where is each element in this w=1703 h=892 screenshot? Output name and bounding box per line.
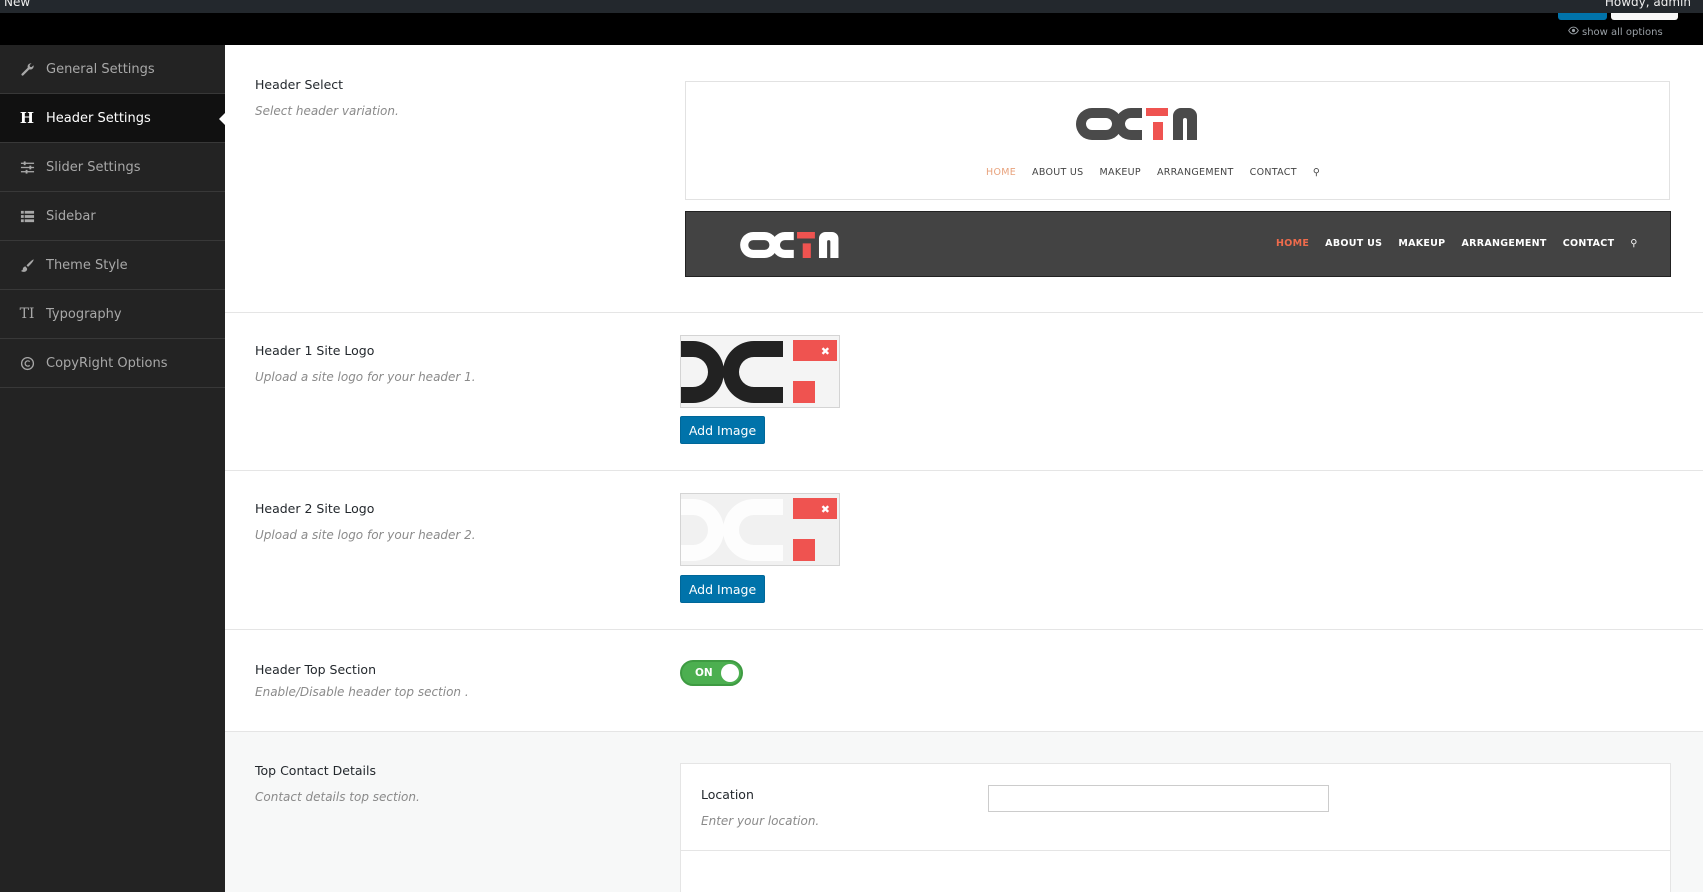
section-header-top: Header Top Section Enable/Disable header… (225, 630, 1703, 732)
preview-nav-light: HOME ABOUT US MAKEUP ARRANGEMENT CONTACT… (986, 167, 1321, 178)
toggle-label: ON (695, 667, 713, 679)
remove-image-icon[interactable]: ✖ (792, 499, 834, 519)
copyright-icon (18, 355, 36, 371)
octn-logo-dark (1076, 108, 1197, 140)
header2-logo-desc: Upload a site logo for your header 2. (255, 528, 476, 542)
sidebar-item-general-settings[interactable]: General Settings (0, 45, 225, 94)
sliders-icon (18, 159, 36, 175)
header-top-desc: Enable/Disable header top section . (255, 685, 469, 699)
list-icon (18, 208, 36, 224)
sidebar-item-label: General Settings (46, 61, 155, 77)
header-top-toggle[interactable]: ON (680, 660, 743, 686)
header1-add-image-button[interactable]: Add Image (680, 416, 765, 444)
show-all-options-label: show all options (1582, 26, 1663, 38)
header1-logo-preview: ✖ (680, 335, 840, 408)
sidebar-item-slider-settings[interactable]: Slider Settings (0, 143, 225, 192)
toggle-knob (721, 664, 739, 682)
location-desc: Enter your location. (701, 814, 820, 828)
sidebar-item-header-settings[interactable]: H Header Settings (0, 94, 225, 143)
top-contact-desc: Contact details top section. (255, 790, 420, 804)
options-main-panel: Header Select Select header variation. H… (225, 45, 1703, 892)
header-variation-2-option[interactable]: HOME ABOUT US MAKEUP ARRANGEMENT CONTACT… (685, 211, 1671, 277)
admin-bar-new[interactable]: New (4, 0, 30, 9)
octn-logo-light (740, 232, 839, 258)
section-top-contact: Top Contact Details Contact details top … (225, 732, 1703, 892)
eye-icon (1568, 25, 1579, 39)
preview-nav-dark: HOME ABOUT US MAKEUP ARRANGEMENT CONTACT… (1276, 238, 1638, 249)
header2-logo-preview: ✖ (680, 493, 840, 566)
remove-image-icon[interactable]: ✖ (792, 341, 834, 361)
sidebar-item-label: CopyRight Options (46, 355, 168, 371)
header-variation-1-option[interactable]: HOME ABOUT US MAKEUP ARRANGEMENT CONTACT… (685, 81, 1670, 200)
section-header1-logo: Header 1 Site Logo Upload a site logo fo… (225, 313, 1703, 471)
sidebar-item-label: Slider Settings (46, 159, 141, 175)
header1-logo-title: Header 1 Site Logo (255, 343, 375, 358)
header1-logo-desc: Upload a site logo for your header 1. (255, 370, 476, 384)
contact-fields-box: Location Enter your location. (680, 763, 1671, 892)
section-header2-logo: Header 2 Site Logo Upload a site logo fo… (225, 471, 1703, 630)
options-top-strip (0, 13, 1703, 45)
sidebar-item-label: Typography (46, 306, 122, 322)
sidebar-item-typography[interactable]: TI Typography (0, 290, 225, 339)
reset-button[interactable] (1611, 13, 1678, 20)
wrench-icon (18, 61, 36, 77)
header-select-title: Header Select (255, 77, 344, 92)
show-all-options-link[interactable]: show all options (1568, 25, 1663, 39)
location-label: Location (701, 787, 754, 802)
header2-add-image-button[interactable]: Add Image (680, 575, 765, 603)
sidebar-item-copyright-options[interactable]: CopyRight Options (0, 339, 225, 388)
sidebar-item-theme-style[interactable]: Theme Style (0, 241, 225, 290)
search-icon: ⚲ (1312, 167, 1321, 178)
options-sidebar: General Settings H Header Settings Slide… (0, 45, 225, 892)
text-icon: TI (19, 306, 35, 322)
admin-bar-howdy[interactable]: Howdy, admin (1605, 0, 1691, 9)
location-input[interactable] (988, 785, 1329, 812)
admin-bar: New Howdy, admin (0, 0, 1703, 13)
divider (681, 850, 1670, 851)
brush-icon (18, 257, 36, 273)
sidebar-item-label: Sidebar (46, 208, 96, 224)
sidebar-item-label: Theme Style (46, 257, 128, 273)
section-header-select: Header Select Select header variation. H… (225, 45, 1703, 313)
sidebar-item-sidebar[interactable]: Sidebar (0, 192, 225, 241)
sidebar-item-label: Header Settings (46, 110, 151, 126)
header2-logo-title: Header 2 Site Logo (255, 501, 375, 516)
header-top-title: Header Top Section (255, 662, 376, 677)
header-icon: H (19, 109, 35, 127)
top-contact-title: Top Contact Details (255, 763, 377, 778)
header-select-desc: Select header variation. (255, 104, 399, 118)
search-icon: ⚲ (1630, 238, 1638, 249)
save-changes-button[interactable] (1558, 13, 1607, 20)
